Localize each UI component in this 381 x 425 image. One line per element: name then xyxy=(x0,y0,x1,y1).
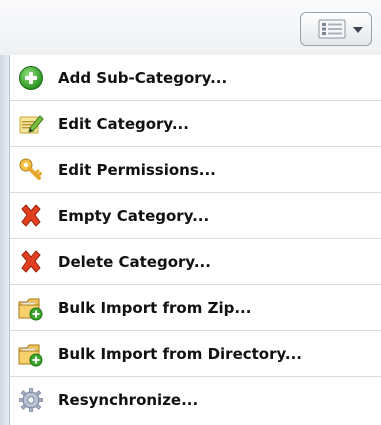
x-cross-icon xyxy=(21,250,41,273)
gear-sync-icon xyxy=(19,388,43,412)
menu-item-label: Edit Category... xyxy=(58,115,189,133)
edit-pencil-icon xyxy=(19,115,44,134)
add-circle-icon xyxy=(19,66,43,90)
category-actions-menu: Add Sub-Category... Edit Category... Edi… xyxy=(0,55,381,425)
folder-import-icon xyxy=(18,298,43,321)
menu-item-empty-category[interactable]: Empty Category... xyxy=(10,193,381,239)
x-cross-icon xyxy=(21,204,41,227)
menu-item-label: Add Sub-Category... xyxy=(58,69,228,87)
menu-item-label: Bulk Import from Directory... xyxy=(58,345,302,363)
menu-item-bulk-import-zip[interactable]: Bulk Import from Zip... xyxy=(10,285,381,331)
context-menu-window: Add Sub-Category... Edit Category... Edi… xyxy=(0,0,381,425)
menu-item-add-sub-category[interactable]: Add Sub-Category... xyxy=(10,55,381,101)
caret-down-icon xyxy=(353,27,363,33)
menu-item-resynchronize[interactable]: Resynchronize... xyxy=(10,377,381,423)
menu-gutter xyxy=(0,55,10,425)
folder-import-icon xyxy=(18,344,43,367)
menu-toolbar xyxy=(0,0,381,55)
key-icon xyxy=(19,158,42,180)
menu-item-edit-category[interactable]: Edit Category... xyxy=(10,101,381,147)
menu-item-delete-category[interactable]: Delete Category... xyxy=(10,239,381,285)
menu-item-label: Resynchronize... xyxy=(58,391,199,409)
menu-item-bulk-import-directory[interactable]: Bulk Import from Directory... xyxy=(10,331,381,377)
menu-item-edit-permissions[interactable]: Edit Permissions... xyxy=(10,147,381,193)
menu-item-label: Bulk Import from Zip... xyxy=(58,299,252,317)
menu-item-label: Edit Permissions... xyxy=(58,161,216,179)
actions-menu-button[interactable] xyxy=(300,12,372,46)
menu-item-label: Delete Category... xyxy=(58,253,211,271)
menu-item-label: Empty Category... xyxy=(58,207,210,225)
list-icon xyxy=(318,19,346,39)
